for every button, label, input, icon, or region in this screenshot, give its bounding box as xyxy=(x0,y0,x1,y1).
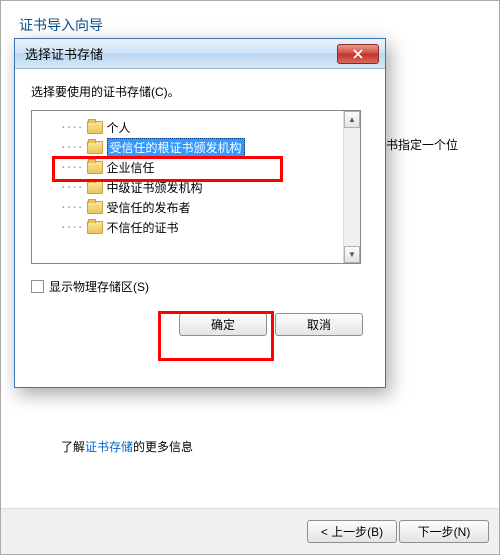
tree-connector: ···· xyxy=(60,201,83,214)
close-icon xyxy=(353,49,363,59)
info-link[interactable]: 证书存储 xyxy=(85,440,133,454)
tree-connector: ···· xyxy=(60,161,83,174)
dialog-body: 选择要使用的证书存储(C)。 ····个人····受信任的根证书颁发机构····… xyxy=(15,69,385,346)
next-button[interactable]: 下一步(N) xyxy=(399,520,489,543)
show-physical-row: 显示物理存储区(S) xyxy=(31,278,369,295)
tree-item-label: 不信任的证书 xyxy=(107,219,179,236)
scroll-up-button[interactable]: ▲ xyxy=(344,111,360,128)
cert-store-tree: ···· 个人 ···· 受信任的根证书颁发机构 ···· 企业信任 ···· 中级证书颁发机… xyxy=(31,110,361,264)
wizard-title: 证书导入向导 xyxy=(1,1,499,35)
info-prefix: 了解 xyxy=(61,440,85,454)
tree-item[interactable]: ···· 受信任的发布者 xyxy=(36,197,339,217)
tree-item-label: 个人 xyxy=(107,119,131,136)
tree-item[interactable]: ···· 不信任的证书 xyxy=(36,217,339,237)
tree-list[interactable]: ···· 个人 ···· 受信任的根证书颁发机构 ···· 企业信任 ···· 中级证书颁发机… xyxy=(32,111,343,263)
info-suffix: 的更多信息 xyxy=(133,440,193,454)
scroll-down-button[interactable]: ▼ xyxy=(344,246,360,263)
select-store-dialog: 选择证书存储 选择要使用的证书存储(C)。 ···· 个人 ···· 受信任的根证书颁… xyxy=(14,38,386,388)
tree-item[interactable]: ···· 个人 xyxy=(36,117,339,137)
tree-connector: ···· xyxy=(60,181,83,194)
dialog-instruction: 选择要使用的证书存储(C)。 xyxy=(31,83,369,100)
tree-item-label: 中级证书颁发机构 xyxy=(107,179,203,196)
tree-item[interactable]: ···· 受信任的根证书颁发机构 xyxy=(36,137,339,157)
folder-icon xyxy=(87,121,103,134)
tree-item-label: 受信任的发布者 xyxy=(107,199,191,216)
scroll-track[interactable] xyxy=(344,128,360,246)
ok-button[interactable]: 确定 xyxy=(179,313,267,336)
dialog-title: 选择证书存储 xyxy=(25,44,337,63)
tree-item[interactable]: ···· 中级证书颁发机构 xyxy=(36,177,339,197)
cancel-button[interactable]: 取消 xyxy=(275,313,363,336)
folder-icon xyxy=(87,201,103,214)
show-physical-label: 显示物理存储区(S) xyxy=(49,278,149,295)
wizard-info-line: 了解证书存储的更多信息 xyxy=(61,438,193,455)
tree-connector: ···· xyxy=(60,121,83,134)
dialog-titlebar[interactable]: 选择证书存储 xyxy=(15,39,385,69)
folder-icon xyxy=(87,181,103,194)
tree-connector: ···· xyxy=(60,141,83,154)
folder-icon xyxy=(87,161,103,174)
close-button[interactable] xyxy=(337,44,379,64)
folder-icon xyxy=(87,141,103,154)
tree-connector: ···· xyxy=(60,221,83,234)
folder-icon xyxy=(87,221,103,234)
wizard-footer: < 上一步(B) 下一步(N) xyxy=(1,508,499,554)
tree-item-label: 企业信任 xyxy=(107,159,155,176)
wizard-body-text: 书指定一个位 xyxy=(386,136,458,153)
dialog-buttons: 确定 取消 xyxy=(31,313,369,336)
tree-scrollbar[interactable]: ▲ ▼ xyxy=(343,111,360,263)
tree-item[interactable]: ···· 企业信任 xyxy=(36,157,339,177)
show-physical-checkbox[interactable] xyxy=(31,280,44,293)
tree-item-label: 受信任的根证书颁发机构 xyxy=(107,138,245,157)
prev-button[interactable]: < 上一步(B) xyxy=(307,520,397,543)
